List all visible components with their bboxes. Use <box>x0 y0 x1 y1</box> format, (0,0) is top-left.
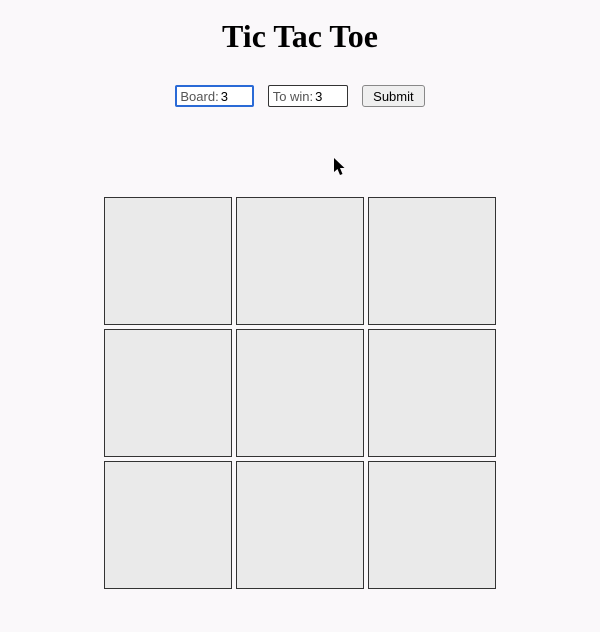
board-cell[interactable] <box>368 197 496 325</box>
board-cell[interactable] <box>368 329 496 457</box>
board-size-field[interactable]: Board: <box>175 85 253 107</box>
board-cell[interactable] <box>104 197 232 325</box>
board-cell[interactable] <box>236 329 364 457</box>
board-cell[interactable] <box>236 197 364 325</box>
board-size-label: Board: <box>180 89 218 104</box>
submit-button[interactable]: Submit <box>362 85 424 107</box>
board-cell[interactable] <box>104 329 232 457</box>
controls-row: Board: To win: Submit <box>175 85 424 107</box>
board-cell[interactable] <box>104 461 232 589</box>
board-size-input[interactable] <box>221 89 249 104</box>
to-win-field[interactable]: To win: <box>268 85 348 107</box>
to-win-label: To win: <box>273 89 313 104</box>
game-board <box>104 197 496 589</box>
board-cell[interactable] <box>368 461 496 589</box>
app-container: Tic Tac Toe Board: To win: Submit <box>0 0 600 589</box>
board-cell[interactable] <box>236 461 364 589</box>
to-win-input[interactable] <box>315 89 343 104</box>
page-title: Tic Tac Toe <box>222 18 378 55</box>
